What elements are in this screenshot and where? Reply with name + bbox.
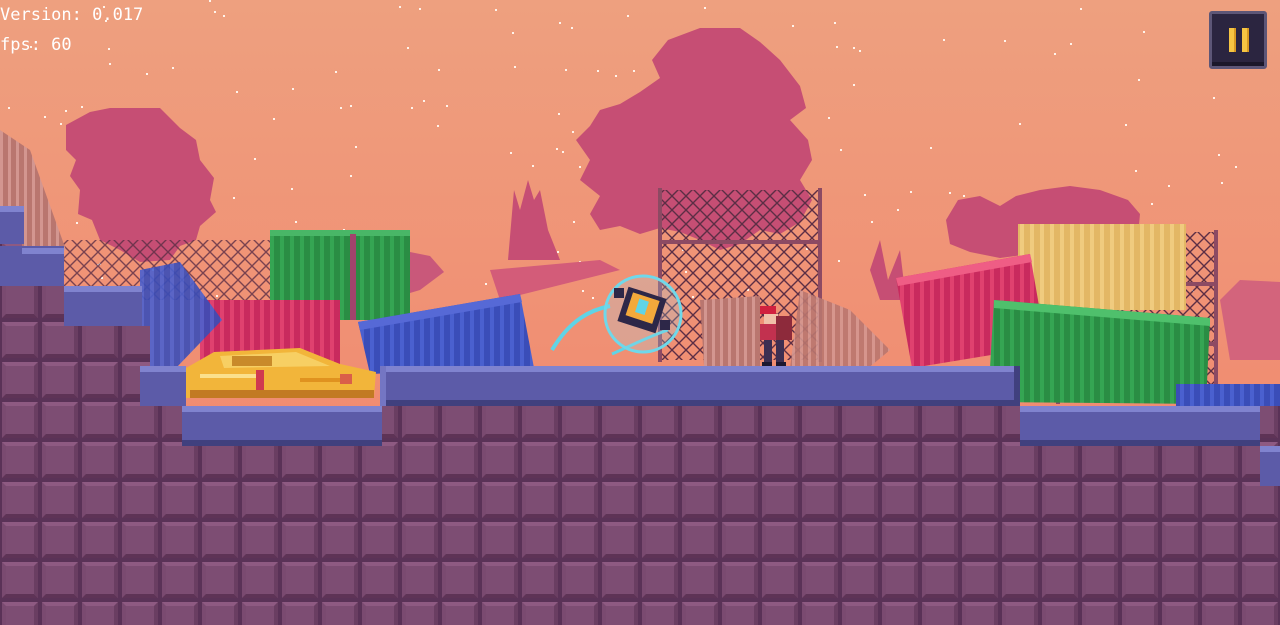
star [838,260,840,262]
star [437,125,439,127]
star [109,63,111,65]
pause-button[interactable] [1209,11,1267,69]
star [572,131,574,133]
star [1125,124,1127,126]
star [1138,79,1140,81]
star [558,113,560,115]
game-scene: Version: 0.017 fps: 60 [0,0,1280,625]
star [419,8,421,10]
star [172,67,174,69]
star [1070,43,1072,45]
star [292,88,294,90]
star [557,251,559,253]
star [532,165,534,167]
star [627,15,629,17]
star [495,9,497,11]
star [573,221,575,223]
star [350,105,352,107]
star [864,194,866,196]
star [76,222,78,224]
star [510,152,512,154]
star [963,195,965,197]
star [233,197,235,199]
star [223,15,225,17]
star [834,22,836,24]
star [592,297,594,299]
star [81,106,83,108]
pause-icon-bar-left [1229,28,1236,52]
star [65,110,67,112]
star [1004,40,1006,42]
pause-icon-bar-right [1242,28,1249,52]
star [1080,8,1082,10]
star [943,39,945,41]
star [556,148,558,150]
star [1235,166,1237,168]
star [836,46,838,48]
star [1135,170,1137,172]
star [423,100,425,102]
star [1054,53,1056,55]
star [512,32,514,34]
star [214,11,216,13]
star [579,166,581,168]
star [792,25,794,27]
star [446,105,448,107]
star [340,107,342,109]
star [615,75,617,77]
star [254,158,256,160]
star [582,290,584,292]
star [853,47,855,49]
star [291,188,293,190]
star [273,118,275,120]
star [859,50,861,52]
star [335,71,337,73]
star [514,66,516,68]
star [295,221,297,223]
star [1143,31,1145,33]
star [840,149,842,151]
star [355,146,357,148]
star [871,221,873,223]
star [1168,185,1170,187]
star [562,151,564,153]
fps-counter: fps: 60 [0,35,72,55]
star [930,147,932,149]
star [597,70,599,72]
star [633,70,635,72]
star [209,0,211,2]
star [8,107,10,109]
star [399,6,401,8]
star [1019,123,1021,125]
star [485,283,487,285]
debug-overlay: Version: 0.017 fps: 60 [0,0,143,60]
star [853,84,855,86]
star [949,192,951,194]
version-text: Version: 0.017 [0,5,144,25]
star [571,27,573,29]
star [438,69,440,71]
star [1213,97,1215,99]
star [1221,182,1223,184]
star [407,47,409,49]
game-world [0,0,1280,625]
star [411,107,413,109]
star [897,209,899,211]
star [910,191,912,193]
star [559,22,561,24]
star [1218,154,1220,156]
star [565,69,567,71]
star [350,175,352,177]
star [828,117,830,119]
star [1151,203,1153,205]
star [236,91,238,93]
star [44,116,46,118]
star [704,7,706,9]
star [146,73,148,75]
star [60,123,62,125]
